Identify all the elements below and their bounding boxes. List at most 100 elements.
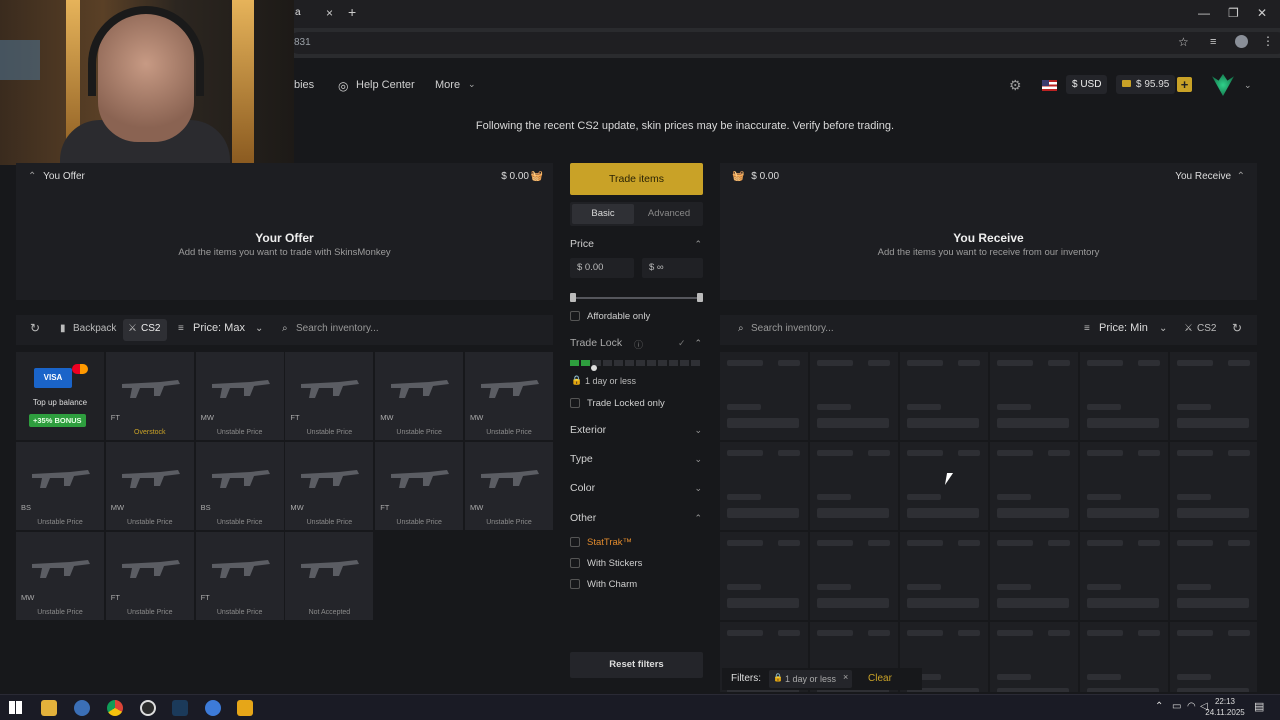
stattrak-checkbox[interactable]	[570, 537, 580, 547]
inventory-item[interactable]: MW Unstable Price	[105, 442, 194, 530]
trade-lock-step[interactable]	[691, 360, 700, 366]
minimize-icon[interactable]: —	[1198, 6, 1210, 20]
remove-chip-icon[interactable]: ×	[843, 672, 848, 682]
topup-card[interactable]: VISA Top up balance +35% BONUS	[16, 352, 104, 440]
obs-icon[interactable]	[140, 700, 156, 716]
receive-sort-select[interactable]: Price: Min	[1099, 322, 1148, 334]
network-icon[interactable]: ▭	[1172, 701, 1181, 712]
type-filter[interactable]: Type	[570, 453, 593, 465]
backpack-tab[interactable]: Backpack	[73, 323, 116, 334]
offer-search-input[interactable]: Search inventory...	[296, 323, 379, 334]
exterior-filter[interactable]: Exterior	[570, 424, 606, 436]
wifi-icon[interactable]: ◠	[1187, 701, 1196, 712]
sort-select[interactable]: Price: Max	[193, 322, 245, 334]
trade-items-button[interactable]: Trade items	[570, 163, 703, 195]
restore-icon[interactable]: ❐	[1228, 6, 1239, 20]
trade-lock-step[interactable]	[581, 360, 590, 366]
clock-time[interactable]: 22:13	[1205, 697, 1245, 706]
trade-lock-step[interactable]	[680, 360, 689, 366]
price-range-min-handle[interactable]	[570, 293, 576, 302]
tab-close-icon[interactable]: ×	[326, 6, 333, 20]
inventory-item[interactable]: BS Unstable Price	[16, 442, 104, 530]
more-menu[interactable]: More	[435, 79, 460, 91]
trade-lock-handle[interactable]	[591, 365, 597, 371]
collapse-chevron-icon[interactable]: ⌃	[1237, 163, 1245, 191]
refresh-icon[interactable]: ↻	[30, 321, 40, 335]
tray-chevron-icon[interactable]: ⌃	[1155, 701, 1163, 712]
receive-game-tab[interactable]: CS2	[1197, 323, 1216, 334]
inventory-item[interactable]: MW Unstable Price	[195, 352, 284, 440]
affordable-checkbox[interactable]	[570, 311, 580, 321]
profile-avatar[interactable]	[1235, 35, 1248, 48]
nav-item-partial[interactable]: bies	[294, 79, 314, 91]
inventory-item[interactable]: Not Accepted	[285, 532, 374, 620]
mode-basic-tab[interactable]: Basic	[572, 204, 634, 224]
inventory-item[interactable]: MW Unstable Price	[285, 442, 374, 530]
inventory-item[interactable]: FT Unstable Price	[105, 532, 194, 620]
trade-lock-step[interactable]	[625, 360, 634, 366]
windows-start-icon[interactable]	[9, 701, 22, 714]
color-chevron-icon[interactable]: ⌄	[694, 483, 702, 494]
inventory-item[interactable]: FT Unstable Price	[285, 352, 374, 440]
trade-lock-step[interactable]	[647, 360, 656, 366]
settings-gear-icon[interactable]: ⚙	[1009, 77, 1022, 94]
trade-locked-only-checkbox[interactable]	[570, 398, 580, 408]
inventory-item[interactable]: FT Unstable Price	[375, 442, 464, 530]
inventory-item[interactable]: MW Unstable Price	[465, 442, 553, 530]
help-center-link[interactable]: Help Center	[356, 79, 415, 91]
clear-filters-link[interactable]: Clear	[868, 673, 892, 684]
price-filter-label[interactable]: Price	[570, 238, 594, 250]
new-tab-button[interactable]: +	[348, 4, 356, 20]
receive-search-input[interactable]: Search inventory...	[751, 323, 834, 334]
chrome-icon[interactable]	[107, 700, 123, 716]
trade-lock-step[interactable]	[614, 360, 623, 366]
price-collapse-icon[interactable]: ⌃	[694, 239, 702, 250]
price-range-max-handle[interactable]	[697, 293, 703, 302]
exterior-chevron-icon[interactable]: ⌄	[694, 425, 702, 436]
inventory-item[interactable]: BS Unstable Price	[195, 442, 284, 530]
type-chevron-icon[interactable]: ⌄	[694, 454, 702, 465]
inventory-item[interactable]: MW Unstable Price	[16, 532, 104, 620]
trade-lock-step[interactable]	[636, 360, 645, 366]
file-explorer-icon[interactable]	[41, 700, 57, 716]
currency-select[interactable]: $ USD	[1066, 75, 1108, 94]
tab-title-fragment[interactable]: a	[295, 7, 301, 18]
inventory-item[interactable]: FT Unstable Price	[195, 532, 284, 620]
cs2-taskbar-icon[interactable]	[237, 700, 253, 716]
collapse-chevron-icon[interactable]: ⌃	[28, 171, 36, 182]
trade-lock-step[interactable]	[658, 360, 667, 366]
user-menu-chevron-icon[interactable]: ⌄	[1244, 80, 1252, 91]
with-charm-checkbox[interactable]	[570, 579, 580, 589]
price-max-input[interactable]: $ ∞	[642, 258, 703, 278]
inventory-item[interactable]: FT Overstock	[105, 352, 194, 440]
price-min-input[interactable]: $ 0.00	[570, 258, 634, 278]
browser-menu-icon[interactable]: ⋮	[1262, 34, 1274, 48]
inventory-item[interactable]: MW Unstable Price	[465, 352, 553, 440]
game-tab-cs2[interactable]: CS2	[141, 323, 160, 334]
inventory-item[interactable]: MW Unstable Price	[375, 352, 464, 440]
steam-icon[interactable]	[172, 700, 188, 716]
other-collapse-icon[interactable]: ⌃	[694, 513, 702, 524]
add-funds-button[interactable]: +	[1177, 77, 1192, 92]
trade-lock-step[interactable]	[603, 360, 612, 366]
trade-lock-step[interactable]	[570, 360, 579, 366]
notification-icon[interactable]: ▤	[1254, 700, 1264, 713]
bookmark-star-icon[interactable]: ☆	[1178, 35, 1189, 49]
offer-panel-head[interactable]: ⌃ You Offer $ 0.00 🧺	[16, 163, 553, 191]
refresh-icon[interactable]: ↻	[1232, 321, 1242, 335]
trade-lock-collapse-icon[interactable]: ⌃	[694, 338, 702, 349]
media-icon[interactable]: ≡	[1210, 36, 1216, 48]
receive-panel-head[interactable]: 🧺 $ 0.00 You Receive ⌃	[720, 163, 1257, 191]
color-filter[interactable]: Color	[570, 482, 595, 494]
close-window-icon[interactable]: ✕	[1257, 6, 1267, 20]
user-avatar[interactable]	[1212, 74, 1234, 96]
reset-filters-button[interactable]: Reset filters	[570, 652, 703, 678]
other-filter[interactable]: Other	[570, 512, 596, 524]
trade-lock-step[interactable]	[669, 360, 678, 366]
trade-lock-label[interactable]: Trade Lock	[570, 337, 622, 349]
with-stickers-checkbox[interactable]	[570, 558, 580, 568]
info-icon[interactable]: ⓘ	[634, 338, 643, 351]
app-icon[interactable]	[74, 700, 90, 716]
clock-date[interactable]: 24.11.2025	[1203, 708, 1247, 717]
app-icon-2[interactable]	[205, 700, 221, 716]
